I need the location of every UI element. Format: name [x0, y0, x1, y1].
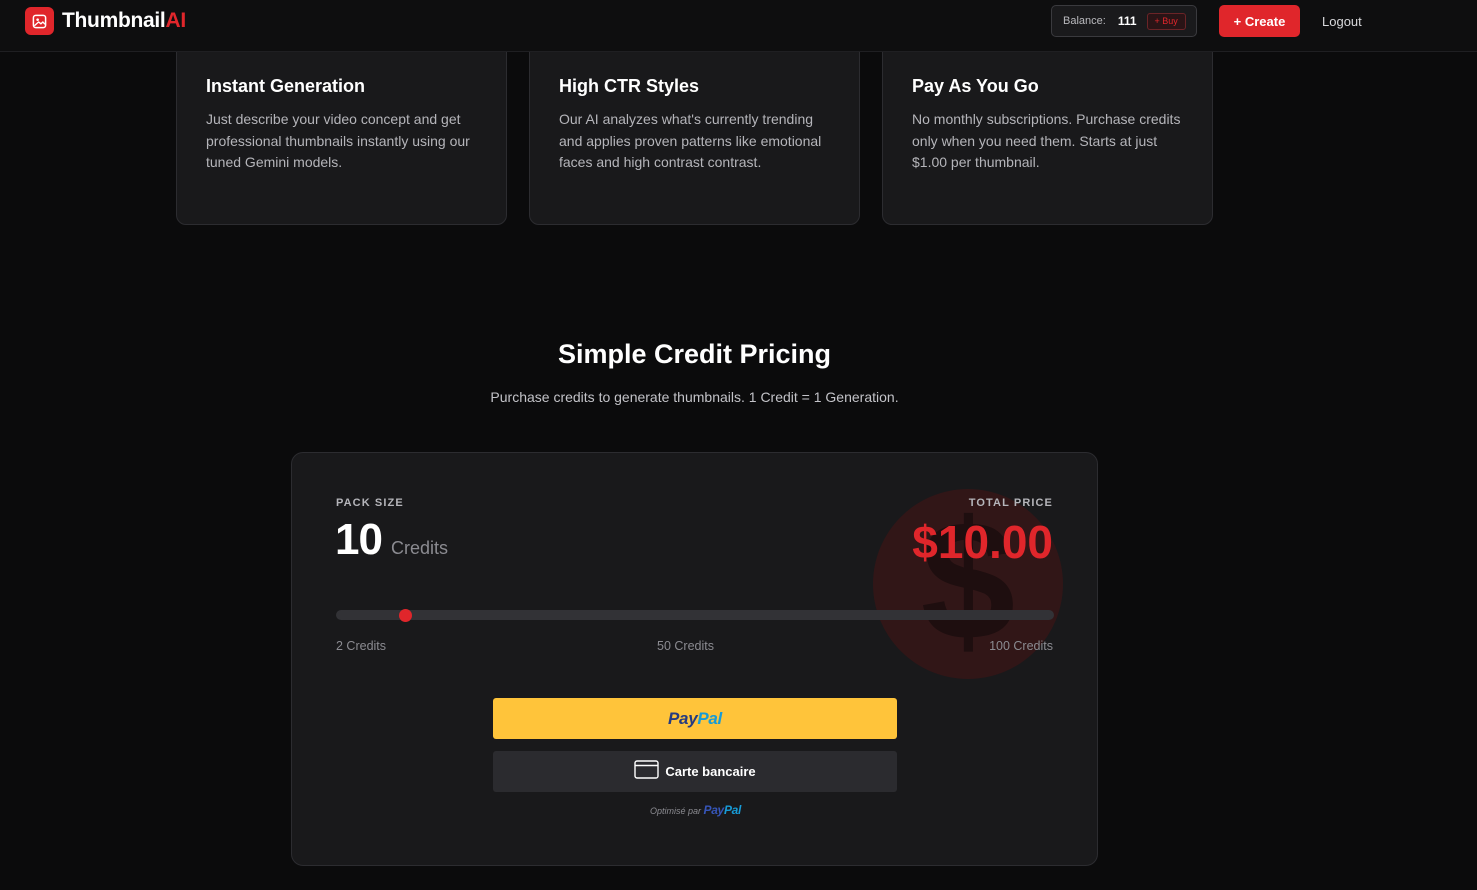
- paypal-button[interactable]: PayPal: [493, 698, 897, 739]
- feature-description: No monthly subscriptions. Purchase credi…: [912, 111, 1181, 171]
- total-price-label: TOTAL PRICE: [968, 497, 1053, 509]
- powered-paypal-logo: PayPal: [703, 803, 741, 817]
- pricing-title: Simple Credit Pricing: [557, 339, 832, 369]
- pricing-subtitle: Purchase credits to generate thumbnails.…: [490, 389, 899, 405]
- slider-thumb[interactable]: [398, 609, 412, 622]
- pack-credit-count: 10: [335, 515, 383, 564]
- logo-text: ThumbnailAI: [62, 9, 186, 33]
- feature-card-instant-generation: Instant Generation Just describe your vi…: [176, 40, 507, 225]
- slider-tick-mid: 50 Credits: [657, 639, 714, 653]
- pricing-card: $ PACK SIZE 10 Credits TOTAL PRICE $10.0…: [291, 452, 1098, 866]
- total-price-value: $10.00: [912, 516, 1053, 568]
- pack-size-value: 10 Credits: [335, 515, 448, 565]
- balance-label: Balance:: [1063, 15, 1106, 27]
- credit-card-icon: [634, 759, 660, 784]
- image-icon: [25, 7, 54, 35]
- feature-title: High CTR Styles: [559, 76, 700, 96]
- balance-value: 111: [1117, 14, 1137, 28]
- feature-title: Instant Generation: [206, 76, 366, 96]
- top-navbar: ThumbnailAI Balance: 111 + Buy + Create …: [0, 0, 1477, 52]
- logout-link[interactable]: Logout: [1322, 14, 1362, 29]
- logo-main-text: Thumbnail: [62, 9, 166, 32]
- powered-by-paypal: Optimisé par PayPal: [292, 803, 1097, 817]
- powered-paypal-part1: Pay: [703, 803, 724, 817]
- feature-card-pay-as-you-go: Pay As You Go No monthly subscriptions. …: [882, 40, 1213, 225]
- card-payment-button[interactable]: Carte bancaire: [493, 751, 897, 792]
- slider-tick-max: 100 Credits: [989, 639, 1053, 653]
- buy-credits-button[interactable]: + Buy: [1146, 12, 1186, 30]
- balance-widget: Balance: 111 + Buy: [1051, 5, 1197, 37]
- paypal-logo-part2: Pal: [697, 708, 722, 728]
- create-button[interactable]: + Create: [1219, 5, 1300, 37]
- pack-credit-unit: Credits: [390, 538, 448, 558]
- pack-size-label: PACK SIZE: [336, 497, 404, 509]
- slider-tick-min: 2 Credits: [336, 639, 387, 653]
- feature-description: Just describe your video concept and get…: [206, 111, 470, 171]
- card-payment-label: Carte bancaire: [665, 764, 756, 779]
- paypal-logo-part1: Pay: [668, 708, 698, 728]
- feature-title: Pay As You Go: [912, 76, 1039, 96]
- app-logo[interactable]: ThumbnailAI: [25, 7, 186, 35]
- powered-by-text: Optimisé par: [649, 806, 701, 816]
- credits-slider[interactable]: [336, 609, 1054, 622]
- feature-card-high-ctr-styles: High CTR Styles Our AI analyzes what's c…: [529, 40, 860, 225]
- logo-accent-text: AI: [165, 9, 186, 32]
- paypal-logo: PayPal: [668, 709, 722, 729]
- powered-paypal-part2: Pal: [723, 803, 742, 817]
- feature-description: Our AI analyzes what's currently trendin…: [559, 111, 822, 171]
